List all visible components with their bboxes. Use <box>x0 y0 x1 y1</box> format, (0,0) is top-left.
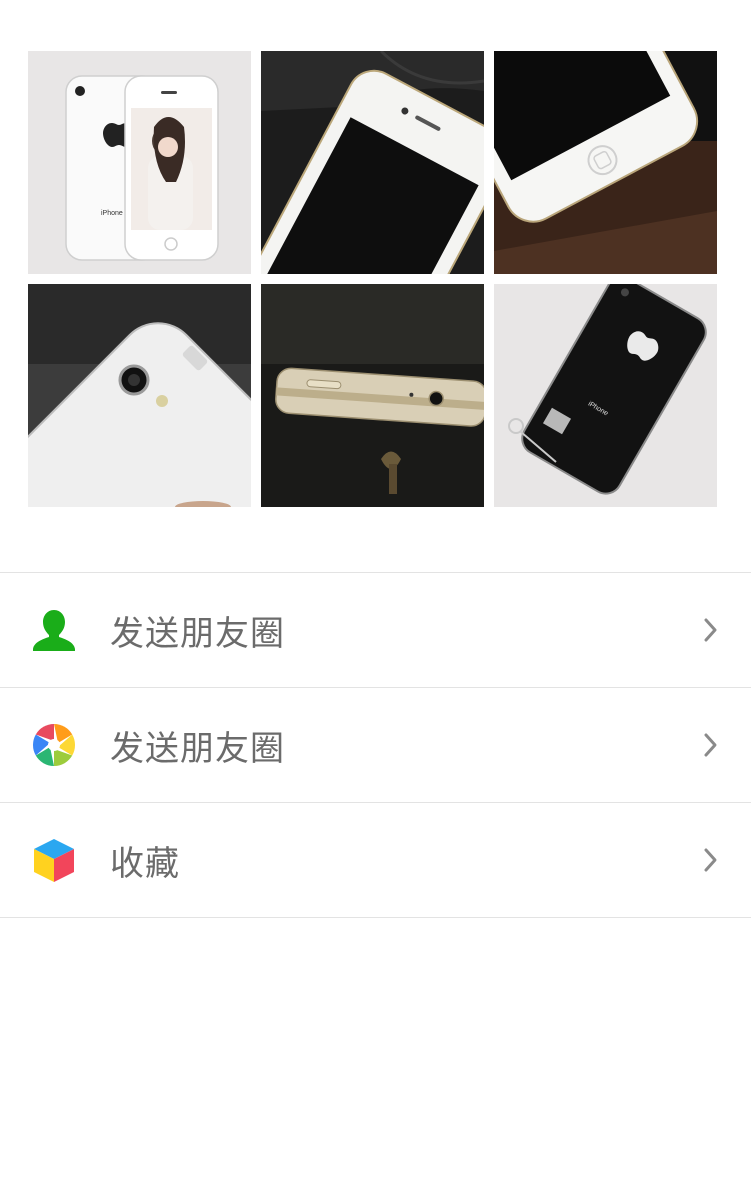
photo-thumb-5[interactable] <box>261 284 484 507</box>
chevron-right-icon <box>701 731 721 759</box>
menu-item-label: 收藏 <box>110 843 180 884</box>
photo-thumb-1[interactable]: iPhone <box>28 51 251 274</box>
photo-3-image <box>494 51 717 274</box>
menu-item-send-moments-contact[interactable]: 发送朋友圈 <box>0 573 751 688</box>
chevron-right-icon <box>701 616 721 644</box>
photo-thumb-4[interactable] <box>28 284 251 507</box>
menu-item-favorites[interactable]: 收藏 <box>0 803 751 918</box>
photo-6-image: iPhone <box>494 284 717 507</box>
contact-person-icon <box>30 606 78 654</box>
menu-item-send-moments[interactable]: 发送朋友圈 <box>0 688 751 803</box>
photo-grid: iPhone iPhone <box>28 51 718 507</box>
chevron-right-icon <box>701 846 721 874</box>
photo-1-image: iPhone <box>28 51 251 274</box>
photo-2-image <box>261 51 484 274</box>
menu-item-label: 发送朋友圈 <box>110 613 285 654</box>
photo-thumb-6[interactable]: iPhone <box>494 284 717 507</box>
favorites-cube-icon <box>30 836 78 884</box>
menu-item-label: 发送朋友圈 <box>110 728 285 769</box>
photo-5-image <box>261 284 484 507</box>
photo-1-brand-text: iPhone <box>101 210 123 217</box>
photo-thumb-3[interactable] <box>494 51 717 274</box>
share-menu: 发送朋友圈 发送朋友圈 收藏 <box>0 572 751 918</box>
moments-aperture-icon <box>30 721 78 769</box>
photo-4-image <box>28 284 251 507</box>
photo-thumb-2[interactable] <box>261 51 484 274</box>
